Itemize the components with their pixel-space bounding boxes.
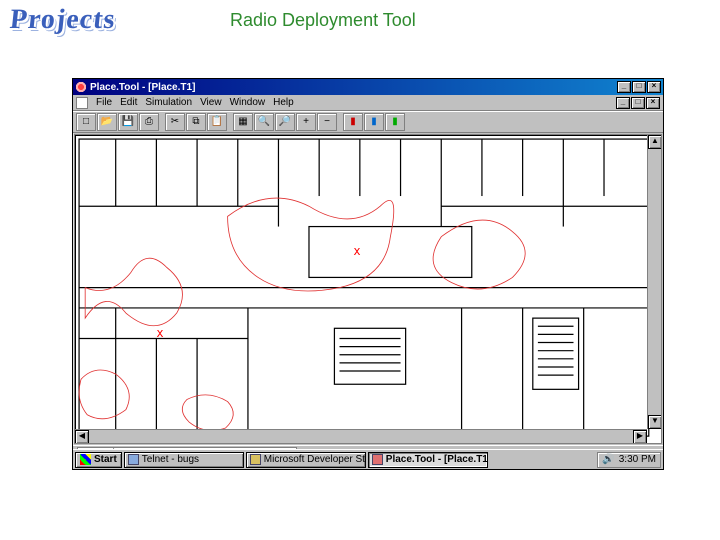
taskbar-item-placetool[interactable]: Place.Tool - [Place.T1] (368, 452, 488, 468)
projects-wordart: Projects (8, 4, 117, 36)
speaker-icon[interactable]: 🔊 (602, 454, 614, 465)
grid-icon[interactable]: ▦ (233, 113, 253, 131)
transmitter-marker-1[interactable]: x (353, 244, 360, 258)
open-icon[interactable]: 📂 (97, 113, 117, 131)
minus-icon[interactable]: − (317, 113, 337, 131)
titlebar[interactable]: Place.Tool - [Place.T1] _ □ × (73, 79, 663, 95)
system-tray[interactable]: 🔊 3:30 PM (597, 452, 661, 468)
antenna1-icon[interactable]: ▮ (343, 113, 363, 131)
telnet-icon (128, 454, 139, 465)
antenna3-icon[interactable]: ▮ (385, 113, 405, 131)
mdi-maximize-button[interactable]: □ (631, 97, 645, 109)
close-button[interactable]: × (647, 81, 661, 93)
transmitter-marker-2[interactable]: x (156, 326, 163, 340)
plus-icon[interactable]: + (296, 113, 316, 131)
scroll-up-button[interactable]: ▲ (648, 135, 662, 149)
zoom-in-icon[interactable]: 🔍 (254, 113, 274, 131)
toolbar: □ 📂 💾 ⎙ ✂ ⧉ 📋 ▦ 🔍 🔎 + − ▮ ▮ ▮ (73, 111, 663, 133)
copy-icon[interactable]: ⧉ (186, 113, 206, 131)
taskbar: Start Telnet - bugs Microsoft Developer … (73, 449, 663, 469)
taskbar-item-label: Microsoft Developer Studi… (264, 454, 366, 465)
menu-view[interactable]: View (200, 97, 222, 108)
start-label: Start (94, 454, 117, 465)
floorplan-svg (75, 135, 661, 440)
menu-simulation[interactable]: Simulation (145, 97, 192, 108)
paste-icon[interactable]: 📋 (207, 113, 227, 131)
document-icon[interactable] (76, 97, 88, 109)
vertical-scrollbar[interactable]: ▲ ▼ (647, 135, 661, 429)
taskbar-item-telnet[interactable]: Telnet - bugs (124, 452, 244, 468)
taskbar-item-label: Place.Tool - [Place.T1] (386, 454, 488, 465)
menu-bar: File Edit Simulation View Window Help _ … (73, 95, 663, 111)
floorplan-canvas[interactable]: x x ▲ ▼ ◀ ▶ (74, 134, 662, 444)
print-icon[interactable]: ⎙ (139, 113, 159, 131)
windows-logo-icon (80, 454, 91, 465)
new-icon[interactable]: □ (76, 113, 96, 131)
menu-edit[interactable]: Edit (120, 97, 137, 108)
slide-title: Radio Deployment Tool (230, 10, 416, 31)
tray-clock: 3:30 PM (619, 454, 656, 465)
window-title: Place.Tool - [Place.T1] (90, 82, 617, 93)
start-button[interactable]: Start (75, 452, 122, 468)
menu-help[interactable]: Help (273, 97, 294, 108)
devstudio-icon (250, 454, 261, 465)
zoom-out-icon[interactable]: 🔎 (275, 113, 295, 131)
maximize-button[interactable]: □ (632, 81, 646, 93)
horizontal-scrollbar[interactable]: ◀ ▶ (75, 429, 647, 443)
taskbar-item-devstudio[interactable]: Microsoft Developer Studi… (246, 452, 366, 468)
scroll-right-button[interactable]: ▶ (633, 430, 647, 444)
menu-window[interactable]: Window (230, 97, 266, 108)
placetool-icon (372, 454, 383, 465)
cut-icon[interactable]: ✂ (165, 113, 185, 131)
scroll-left-button[interactable]: ◀ (75, 430, 89, 444)
mdi-minimize-button[interactable]: _ (616, 97, 630, 109)
save-icon[interactable]: 💾 (118, 113, 138, 131)
app-icon (75, 81, 87, 93)
antenna2-icon[interactable]: ▮ (364, 113, 384, 131)
minimize-button[interactable]: _ (617, 81, 631, 93)
app-window: Place.Tool - [Place.T1] _ □ × File Edit … (72, 78, 664, 470)
menu-file[interactable]: File (96, 97, 112, 108)
taskbar-item-label: Telnet - bugs (142, 454, 199, 465)
mdi-close-button[interactable]: × (646, 97, 660, 109)
scroll-down-button[interactable]: ▼ (648, 415, 662, 429)
